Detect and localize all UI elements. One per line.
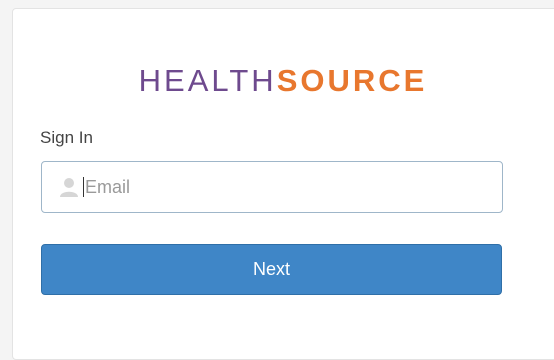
next-button[interactable]: Next [41,244,502,295]
logo-text-source: SOURCE [276,63,428,98]
user-icon [58,176,80,198]
email-field[interactable] [41,161,503,213]
sign-in-heading: Sign In [40,128,93,147]
email-input[interactable] [84,162,502,212]
healthsource-logo: HEALTHSOURCE [13,61,553,101]
logo-text-health: HEALTH [138,63,277,98]
